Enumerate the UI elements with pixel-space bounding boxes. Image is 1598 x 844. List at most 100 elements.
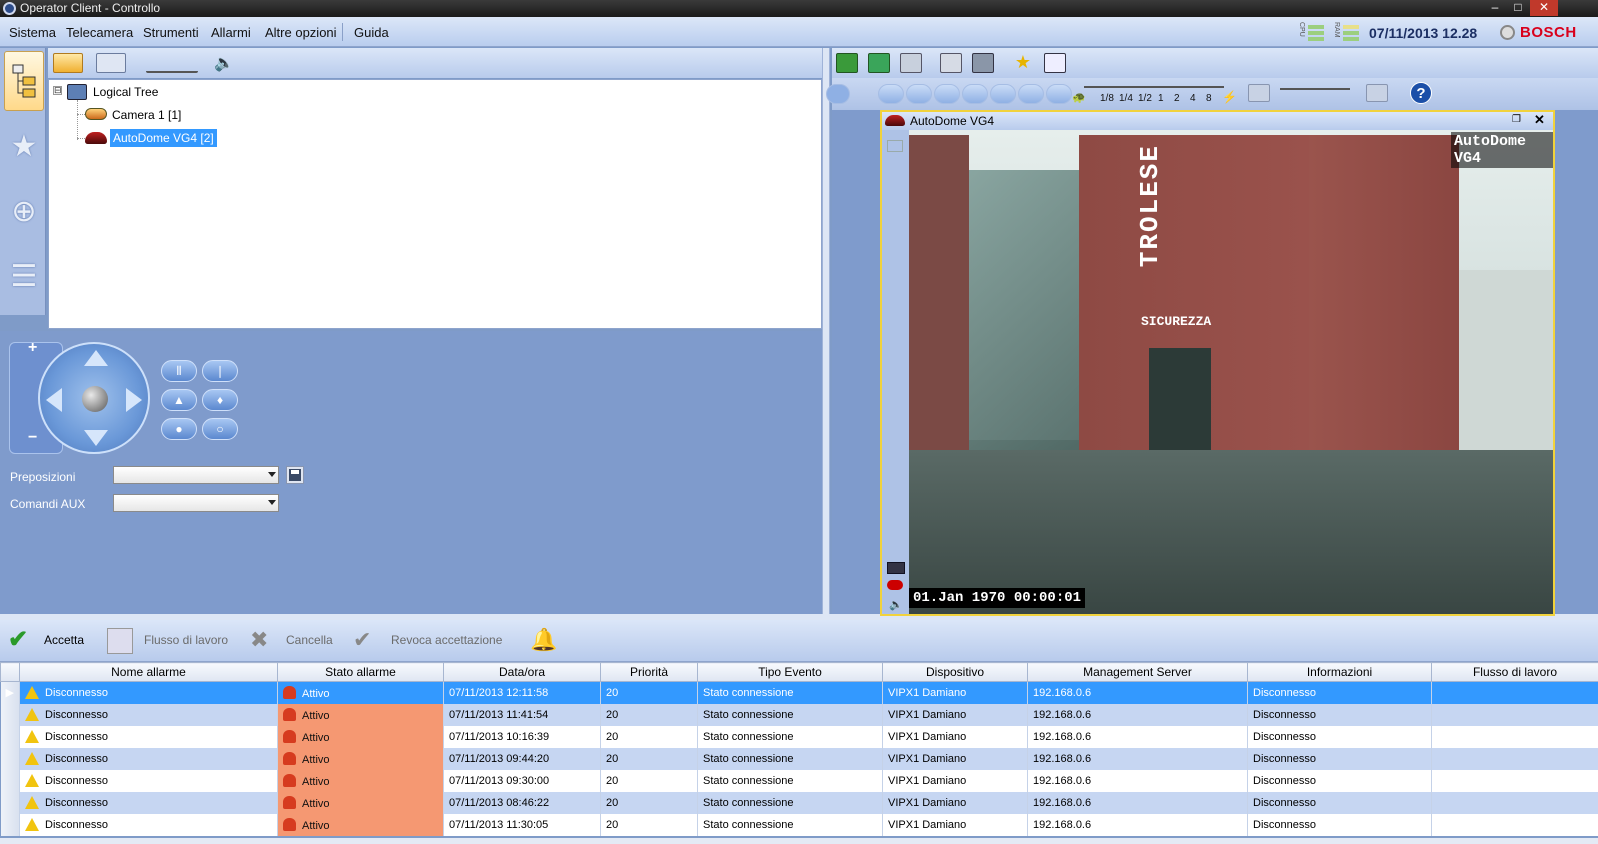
workflow-button[interactable]: Flusso di lavoro	[144, 633, 228, 647]
menu-strumenti[interactable]: Strumenti	[143, 25, 199, 40]
iris-close-button[interactable]: ♦	[202, 389, 238, 411]
filmstrip-icon[interactable]	[96, 53, 126, 73]
skip-end-button[interactable]	[1018, 84, 1044, 104]
play-button[interactable]	[990, 84, 1016, 104]
ptz-indicator-icon[interactable]	[887, 580, 903, 590]
arrow-right-icon[interactable]	[126, 388, 142, 412]
table-row[interactable]: Disconnesso Attivo 07/11/2013 09:30:00 2…	[0, 769, 1598, 792]
aux-off-button[interactable]: ○	[202, 418, 238, 440]
warning-icon	[25, 818, 39, 831]
alarm-list: Nome allarme Stato allarme Data/ora Prio…	[0, 662, 1598, 836]
preset-select[interactable]	[113, 466, 279, 484]
menu-sistema[interactable]: Sistema	[9, 25, 56, 40]
zoom-in-button[interactable]: +	[28, 339, 37, 357]
arrow-left-icon[interactable]	[46, 388, 62, 412]
menu-altre-opzioni[interactable]: Altre opzioni	[265, 25, 337, 40]
accept-button[interactable]: Accetta	[44, 633, 84, 647]
nav-ptz-button[interactable]: ⊕	[4, 181, 44, 241]
camera-mode-icon[interactable]	[53, 53, 83, 73]
help-button[interactable]: ?	[1410, 82, 1432, 104]
row-header	[0, 791, 20, 814]
add-pane-icon[interactable]	[1366, 84, 1388, 102]
column-header[interactable]: Flusso di lavoro	[1431, 662, 1598, 682]
step-back-button[interactable]	[934, 84, 960, 104]
tree-item-camera-1[interactable]: Camera 1 [1]	[112, 108, 181, 122]
focus-far-button[interactable]: ⦀	[161, 360, 197, 382]
layout-single-icon[interactable]	[1248, 84, 1270, 102]
ptz-control-icon: ⊕	[11, 194, 37, 228]
column-header[interactable]: Management Server	[1027, 662, 1248, 682]
table-row[interactable]: Disconnesso Attivo 07/11/2013 10:16:39 2…	[0, 725, 1598, 748]
column-header[interactable]: Dispositivo	[882, 662, 1028, 682]
image-pane-titlebar: AutoDome VG4 ❐ ✕	[882, 112, 1553, 130]
tree-toolbar: 🔈	[48, 48, 822, 78]
restore-pane-icon[interactable]	[836, 53, 858, 73]
arrow-up-icon[interactable]	[84, 350, 108, 366]
export-video-icon[interactable]	[1044, 53, 1066, 73]
slider-icon[interactable]	[146, 53, 198, 73]
maximize-icon[interactable]: □	[1507, 0, 1529, 16]
layout-slider[interactable]	[1280, 88, 1350, 90]
nav-tree-button[interactable]	[4, 51, 44, 111]
table-row[interactable]: Disconnesso Attivo 07/11/2013 11:30:05 2…	[0, 813, 1598, 836]
table-row[interactable]: Disconnesso Attivo 07/11/2013 08:46:22 2…	[0, 791, 1598, 814]
fast-reverse-button[interactable]	[878, 84, 904, 104]
column-header[interactable]: Informazioni	[1247, 662, 1432, 682]
chevron-down-icon	[268, 472, 276, 477]
iris-open-button[interactable]: ▲	[161, 389, 197, 411]
playback-toggle-icon[interactable]	[826, 84, 850, 104]
fast-forward-button[interactable]	[1046, 84, 1072, 104]
instant-playback-icon[interactable]	[887, 562, 905, 574]
column-header[interactable]: Stato allarme	[277, 662, 444, 682]
joystick-center-icon[interactable]	[82, 386, 108, 412]
column-header[interactable]: Priorità	[600, 662, 698, 682]
skip-start-button[interactable]	[906, 84, 932, 104]
snapshot-camera-icon[interactable]	[972, 53, 994, 73]
live-video-image: TROLESE SICUREZZA AutoDome VG4 01.Jan 19…	[909, 130, 1553, 614]
vertical-splitter[interactable]	[822, 48, 830, 614]
audio-icon[interactable]: 🔈	[889, 598, 903, 611]
menu-telecamera[interactable]: Telecamera	[66, 25, 133, 40]
alarm-workflow	[1431, 813, 1598, 836]
table-row[interactable]: Disconnesso Attivo 07/11/2013 11:41:54 2…	[0, 703, 1598, 726]
arrow-down-icon[interactable]	[84, 430, 108, 446]
audio-speaker-icon[interactable]: 🔈	[214, 53, 234, 73]
zoom-out-button[interactable]: −	[28, 429, 37, 447]
add-favorite-star-icon[interactable]: ★	[1012, 53, 1034, 73]
alarm-priority: 20	[600, 747, 698, 770]
column-header[interactable]: Data/ora	[443, 662, 601, 682]
table-row[interactable]: Disconnesso Attivo 07/11/2013 09:44:20 2…	[0, 747, 1598, 770]
revoke-accept-button[interactable]: Revoca accettazione	[391, 633, 502, 647]
minimize-icon[interactable]: –	[1484, 0, 1506, 16]
aux-commands-select[interactable]	[113, 494, 279, 512]
full-screen-icon[interactable]	[900, 53, 922, 73]
alarm-state: Attivo	[302, 709, 330, 722]
table-row[interactable]: ▶ Disconnesso Attivo 07/11/2013 12:11:58…	[0, 681, 1598, 704]
alarm-bell-icon[interactable]: 🔔	[530, 628, 557, 654]
undock-icon[interactable]: ❐	[1512, 114, 1521, 125]
close-icon[interactable]: ✕	[1530, 0, 1558, 16]
alarm-state-cell: Attivo	[277, 681, 444, 704]
menu-allarmi[interactable]: Allarmi	[211, 25, 251, 40]
menu-guida[interactable]: Guida	[354, 25, 389, 40]
pause-button[interactable]	[962, 84, 988, 104]
nav-alarm-list-button[interactable]: ☰	[4, 246, 44, 306]
clear-button[interactable]: Cancella	[286, 633, 333, 647]
column-header[interactable]: Nome allarme	[19, 662, 278, 682]
tree-item-autodome-vg4[interactable]: AutoDome VG4 [2]	[110, 129, 217, 147]
close-pane-icon[interactable]: ✕	[1534, 112, 1545, 128]
image-pane[interactable]: AutoDome VG4 ❐ ✕ 🔈 TROLESE SICUREZZA Aut…	[880, 110, 1555, 616]
speed-slider[interactable]	[1084, 86, 1224, 88]
aux-on-button[interactable]: ●	[161, 418, 197, 440]
maximize-pane-icon[interactable]	[868, 53, 890, 73]
focus-near-button[interactable]: ❘	[202, 360, 238, 382]
tree-root[interactable]: Logical Tree	[93, 85, 158, 99]
pane-control-icon[interactable]	[887, 140, 903, 152]
tree-expander-icon[interactable]: ⊟	[53, 86, 62, 95]
column-header[interactable]: Tipo Evento	[697, 662, 883, 682]
nav-favorites-button[interactable]: ★	[4, 116, 44, 176]
alarm-device: VIPX1 Damiano	[882, 791, 1028, 814]
print-icon[interactable]	[940, 53, 962, 73]
save-preset-button[interactable]	[286, 466, 304, 484]
ptz-joystick[interactable]	[38, 342, 150, 454]
